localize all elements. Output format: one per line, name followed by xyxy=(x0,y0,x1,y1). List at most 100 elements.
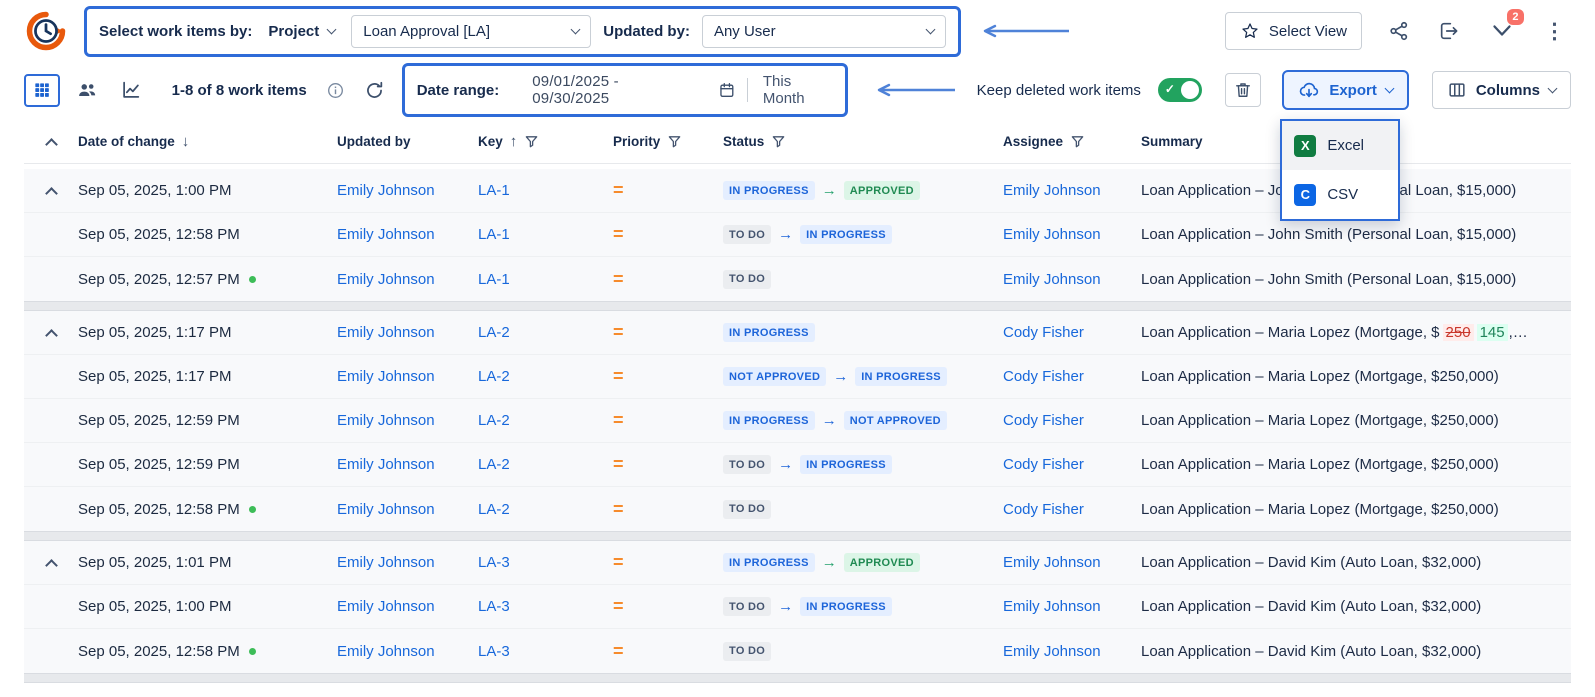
updated-by-link[interactable]: Emily Johnson xyxy=(337,368,435,385)
export-label: Export xyxy=(1329,82,1377,99)
delete-button[interactable] xyxy=(1225,73,1261,107)
select-by-dropdown[interactable]: Project xyxy=(264,19,339,44)
column-header-key[interactable]: Key ↑ xyxy=(478,133,613,150)
assignee-link[interactable]: Emily Johnson xyxy=(1003,226,1101,243)
chart-view-button[interactable] xyxy=(113,74,148,107)
summary-text: Loan Application – John Smith (Personal … xyxy=(1141,271,1571,288)
updated-by-link[interactable]: Emily Johnson xyxy=(337,456,435,473)
column-header-status[interactable]: Status xyxy=(723,134,1003,149)
status-badge: IN PROGRESS xyxy=(723,411,815,430)
assignee-link[interactable]: Emily Johnson xyxy=(1003,271,1101,288)
c-asg-cell: Emily Johnson xyxy=(1003,554,1141,571)
filter-icon[interactable] xyxy=(1070,134,1085,149)
info-button[interactable] xyxy=(324,79,347,102)
change-timestamp: Sep 05, 2025, 1:01 PM xyxy=(78,554,231,571)
work-item-key-link[interactable]: LA-3 xyxy=(478,554,510,571)
filter-icon[interactable] xyxy=(771,134,786,149)
date-range-value[interactable]: 09/01/2025 - 09/30/2025 xyxy=(510,73,707,107)
c-asg-cell: Cody Fisher xyxy=(1003,324,1141,341)
priority-cell: = xyxy=(613,596,723,617)
work-item-key-link[interactable]: LA-2 xyxy=(478,412,510,429)
updated-by-link[interactable]: Emily Johnson xyxy=(337,412,435,429)
column-header-updated-by[interactable]: Updated by xyxy=(337,134,478,149)
updated-by-link[interactable]: Emily Johnson xyxy=(337,271,435,288)
work-item-key-link[interactable]: LA-2 xyxy=(478,501,510,518)
status-badge: IN PROGRESS xyxy=(723,323,815,342)
keep-deleted-label: Keep deleted work items xyxy=(977,82,1141,99)
summary-segment: Loan Application – John Smith (Personal … xyxy=(1141,226,1516,243)
table-view-button[interactable] xyxy=(24,74,60,107)
status-cell: TO DO xyxy=(723,270,1003,289)
updated-by-link[interactable]: Emily Johnson xyxy=(337,324,435,341)
project-dropdown[interactable]: Loan Approval [LA] xyxy=(351,15,591,48)
collapse-cell xyxy=(24,556,78,570)
updated-by-link[interactable]: Emily Johnson xyxy=(337,643,435,660)
group-separator xyxy=(24,301,1571,311)
work-item-key-link[interactable]: LA-1 xyxy=(478,226,510,243)
date-cell: Sep 05, 2025, 12:59 PM xyxy=(78,456,337,473)
keep-deleted-toggle[interactable] xyxy=(1158,78,1202,102)
export-history-button[interactable] xyxy=(1436,18,1462,44)
collapse-group-icon[interactable] xyxy=(45,329,58,340)
date-preset-chip[interactable]: This Month xyxy=(759,73,833,107)
work-item-key-link[interactable]: LA-3 xyxy=(478,598,510,615)
priority-cell: = xyxy=(613,410,723,431)
assignee-link[interactable]: Cody Fisher xyxy=(1003,412,1084,429)
assignee-link[interactable]: Emily Johnson xyxy=(1003,643,1101,660)
history-group-LA-2: Sep 05, 2025, 1:17 PMEmily JohnsonLA-2=I… xyxy=(24,311,1571,531)
updated-by-link[interactable]: Emily Johnson xyxy=(337,554,435,571)
updated-by-link[interactable]: Emily Johnson xyxy=(337,182,435,199)
calendar-icon[interactable] xyxy=(718,80,736,100)
assignee-link[interactable]: Emily Johnson xyxy=(1003,598,1101,615)
updated-by-link[interactable]: Emily Johnson xyxy=(337,598,435,615)
work-item-key-link[interactable]: LA-1 xyxy=(478,182,510,199)
updated-by-link[interactable]: Emily Johnson xyxy=(337,501,435,518)
column-header-date-of-change[interactable]: Date of change ↓ xyxy=(78,133,337,150)
collapse-group-icon[interactable] xyxy=(45,559,58,570)
collapse-all-icon[interactable] xyxy=(45,138,58,151)
assignee-link[interactable]: Cody Fisher xyxy=(1003,368,1084,385)
work-item-key-link[interactable]: LA-2 xyxy=(478,368,510,385)
export-button[interactable]: Export xyxy=(1282,70,1409,110)
assignee-link[interactable]: Emily Johnson xyxy=(1003,554,1101,571)
assignee-link[interactable]: Cody Fisher xyxy=(1003,456,1084,473)
column-header-priority[interactable]: Priority xyxy=(613,134,723,149)
notification-badge: 2 xyxy=(1507,9,1524,25)
collapse-group-icon[interactable] xyxy=(45,187,58,198)
c-key-cell: LA-3 xyxy=(478,554,613,571)
updated-by-dropdown[interactable]: Any User xyxy=(702,15,946,48)
filter-icon[interactable] xyxy=(524,134,539,149)
updated-by-link[interactable]: Emily Johnson xyxy=(337,226,435,243)
assignee-link[interactable]: Cody Fisher xyxy=(1003,501,1084,518)
c-upd-cell: Emily Johnson xyxy=(337,271,478,288)
saved-filters-button[interactable]: 2 xyxy=(1488,17,1516,45)
work-item-key-link[interactable]: LA-2 xyxy=(478,324,510,341)
status-badge: APPROVED xyxy=(844,181,920,200)
priority-cell: = xyxy=(613,641,723,662)
people-view-button[interactable] xyxy=(69,74,104,107)
star-icon xyxy=(1240,21,1260,41)
assignee-link[interactable]: Emily Johnson xyxy=(1003,182,1101,199)
csv-option-label: CSV xyxy=(1327,186,1358,203)
status-cell: TO DO→IN PROGRESS xyxy=(723,225,1003,244)
c-key-cell: LA-2 xyxy=(478,412,613,429)
work-item-key-link[interactable]: LA-1 xyxy=(478,271,510,288)
change-timestamp: Sep 05, 2025, 12:58 PM xyxy=(78,643,240,660)
select-view-button[interactable]: Select View xyxy=(1225,12,1362,50)
change-timestamp: Sep 05, 2025, 12:58 PM xyxy=(78,226,240,243)
export-csv-option[interactable]: C CSV xyxy=(1282,170,1398,219)
priority-medium-icon: = xyxy=(613,224,624,244)
work-item-key-link[interactable]: LA-3 xyxy=(478,643,510,660)
refresh-button[interactable] xyxy=(362,78,387,103)
more-actions-button[interactable]: ⋮ xyxy=(1538,19,1571,44)
share-button[interactable] xyxy=(1386,18,1412,44)
column-header-assignee[interactable]: Assignee xyxy=(1003,134,1141,149)
columns-button[interactable]: Columns xyxy=(1432,71,1571,109)
c-asg-cell: Emily Johnson xyxy=(1003,598,1141,615)
work-item-key-link[interactable]: LA-2 xyxy=(478,456,510,473)
assignee-link[interactable]: Cody Fisher xyxy=(1003,324,1084,341)
export-excel-option[interactable]: X Excel xyxy=(1282,121,1398,170)
summary-segment: Loan Application – David Kim (Auto Loan,… xyxy=(1141,643,1481,660)
filter-icon[interactable] xyxy=(667,134,682,149)
summary-segment: Loan Application – Maria Lopez (Mortgage… xyxy=(1141,412,1499,429)
